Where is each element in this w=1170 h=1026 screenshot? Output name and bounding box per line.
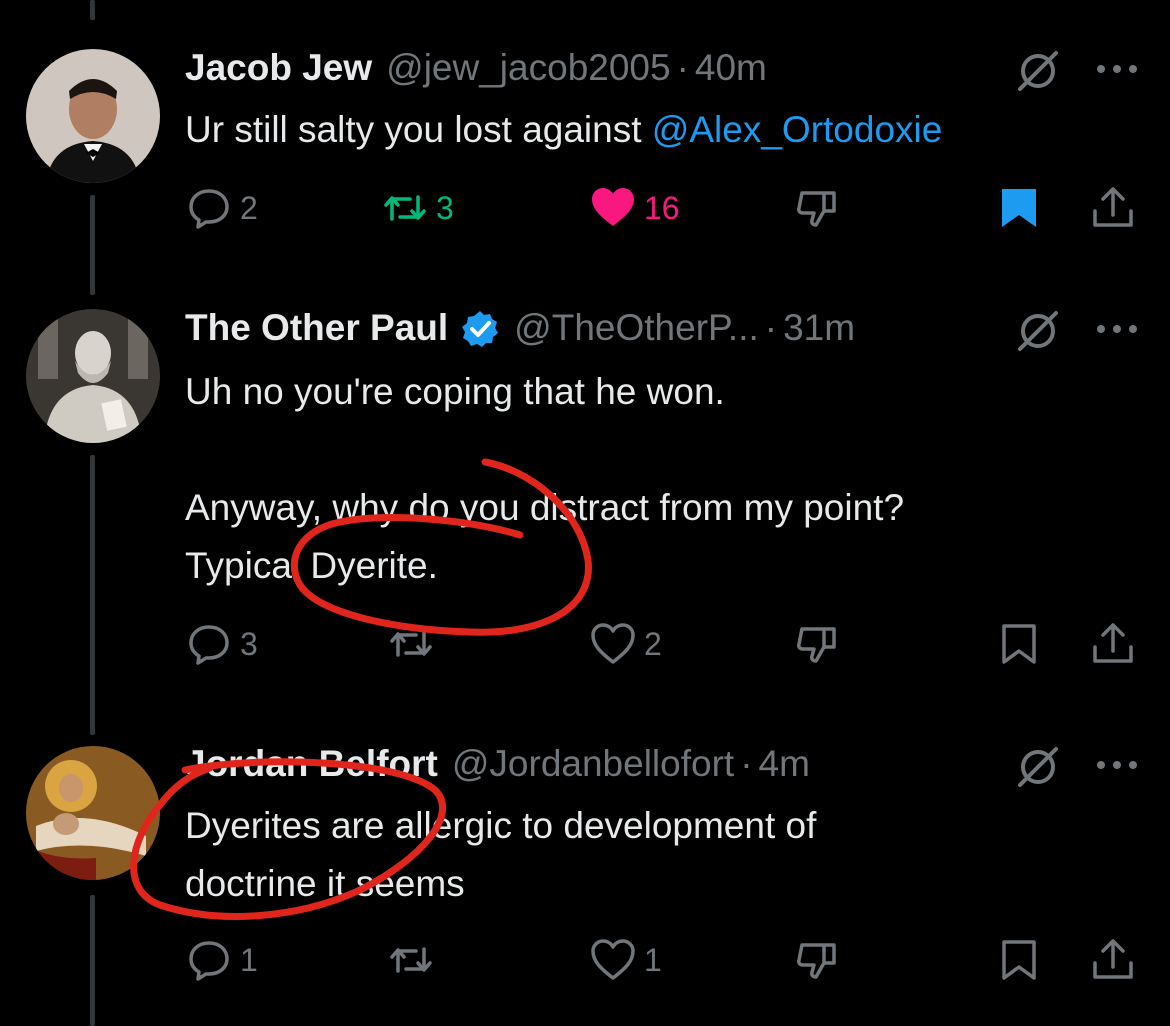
- share-button[interactable]: [1090, 621, 1136, 667]
- reply-icon: [189, 941, 229, 981]
- retweet-icon: [390, 631, 432, 657]
- like-icon: [591, 623, 635, 664]
- dislike-button[interactable]: [794, 185, 840, 231]
- avatar[interactable]: [26, 49, 160, 183]
- like-button[interactable]: 16: [590, 185, 680, 231]
- reply-button[interactable]: 2: [186, 185, 258, 231]
- user-handle[interactable]: @Jordanbellofort: [452, 743, 734, 785]
- bookmark-icon: [1002, 189, 1036, 227]
- like-button[interactable]: 1: [590, 937, 662, 983]
- user-handle[interactable]: @jew_jacob2005: [386, 47, 670, 89]
- avatar-image: [26, 49, 160, 183]
- action-bar: 2 3 16: [0, 183, 1170, 233]
- like-count: 1: [644, 941, 662, 978]
- action-bar: 3 2: [0, 619, 1170, 669]
- reply-button[interactable]: 1: [186, 937, 258, 983]
- tweet-header: Jordan Belfort @Jordanbellofort · 4m: [185, 743, 810, 787]
- separator: ·: [764, 307, 778, 348]
- tweet[interactable]: Jacob Jew @jew_jacob2005 · 40m Ur still …: [0, 47, 1170, 247]
- reply-button[interactable]: 3: [186, 621, 258, 667]
- retweet-icon: [384, 195, 426, 221]
- reply-count: 2: [240, 189, 258, 226]
- verified-icon: [462, 311, 499, 347]
- tweet-header: Jacob Jew @jew_jacob2005 · 40m: [185, 47, 767, 91]
- reply-count: 1: [240, 941, 258, 978]
- avatar[interactable]: [26, 746, 160, 880]
- retweet-icon: [390, 947, 432, 973]
- tweet-header: The Other Paul @TheOtherP... · 31m: [185, 307, 855, 351]
- share-icon: [1093, 187, 1133, 227]
- retweet-button[interactable]: [388, 621, 442, 667]
- tweet-text: Ur still salty you lost against @Alex_Or…: [185, 101, 1145, 159]
- display-name[interactable]: Jordan Belfort: [185, 743, 438, 785]
- share-button[interactable]: [1090, 185, 1136, 231]
- avatar-image: [26, 309, 160, 443]
- like-icon: [591, 939, 635, 980]
- grok-icon[interactable]: [1014, 309, 1062, 353]
- retweet-button[interactable]: [388, 937, 442, 983]
- bookmark-button[interactable]: [996, 937, 1042, 983]
- retweet-button[interactable]: 3: [382, 185, 454, 231]
- avatar-image: [26, 746, 160, 880]
- dislike-button[interactable]: [794, 937, 840, 983]
- dislike-icon: [797, 943, 836, 979]
- display-name[interactable]: Jacob Jew: [185, 47, 372, 89]
- separator: ·: [676, 47, 689, 88]
- bookmark-icon: [1002, 624, 1036, 664]
- grok-icon[interactable]: [1014, 745, 1062, 789]
- tweet[interactable]: Jordan Belfort @Jordanbellofort · 4m Dye…: [0, 743, 1170, 1026]
- share-icon: [1093, 623, 1133, 663]
- timestamp[interactable]: 4m: [759, 743, 810, 785]
- reply-icon: [189, 189, 229, 229]
- like-count: 16: [644, 189, 680, 226]
- separator: ·: [740, 743, 753, 784]
- tweet-text: Dyerites are allergic to development of …: [185, 805, 817, 904]
- retweet-count: 3: [436, 189, 454, 226]
- timestamp[interactable]: 40m: [695, 47, 767, 89]
- bookmark-icon: [1002, 940, 1036, 980]
- avatar[interactable]: [26, 309, 160, 443]
- dislike-icon: [797, 191, 836, 227]
- mention-link[interactable]: @Alex_Ortodoxie: [652, 109, 943, 150]
- display-name[interactable]: The Other Paul: [185, 307, 448, 349]
- share-icon: [1093, 939, 1133, 979]
- more-icon[interactable]: [1095, 321, 1139, 337]
- more-icon[interactable]: [1095, 757, 1139, 773]
- bookmark-button[interactable]: [996, 621, 1042, 667]
- more-icon[interactable]: [1095, 61, 1139, 77]
- dislike-icon: [797, 627, 836, 663]
- tweet-text: Uh no you're coping that he won. Anyway,…: [185, 371, 905, 586]
- bookmark-button[interactable]: [996, 185, 1042, 231]
- like-button[interactable]: 2: [590, 621, 662, 667]
- thread-line: [90, 0, 95, 20]
- like-icon: [592, 188, 634, 226]
- reply-icon: [189, 625, 229, 665]
- timestamp[interactable]: 31m: [783, 307, 855, 349]
- share-button[interactable]: [1090, 937, 1136, 983]
- grok-icon[interactable]: [1014, 49, 1062, 93]
- reply-count: 3: [240, 625, 258, 662]
- dislike-button[interactable]: [794, 621, 840, 667]
- tweet-text-body: Ur still salty you lost against: [185, 109, 652, 150]
- tweet[interactable]: The Other Paul @TheOtherP... · 31m Uh no…: [0, 307, 1170, 687]
- like-count: 2: [644, 625, 662, 662]
- action-bar: 1 1: [0, 935, 1170, 985]
- user-handle[interactable]: @TheOtherP...: [514, 307, 759, 349]
